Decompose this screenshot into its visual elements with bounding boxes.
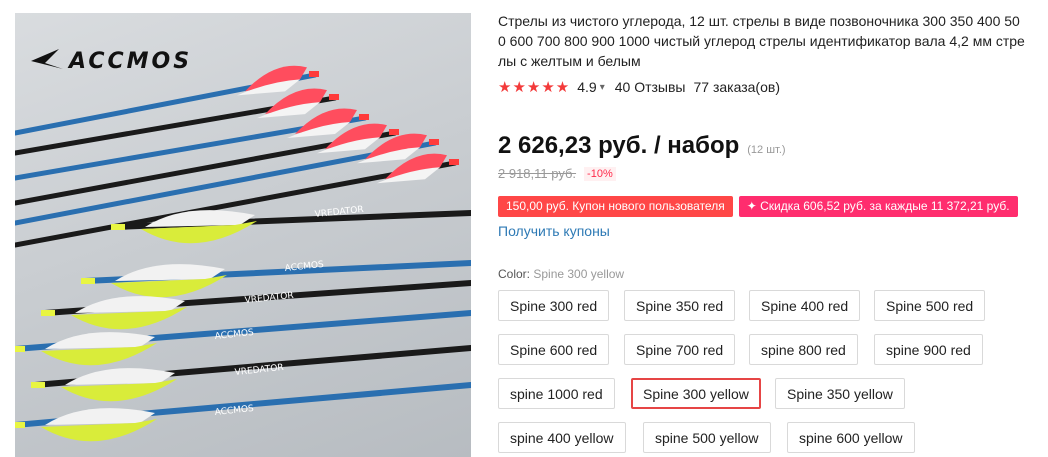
option-spine-350-red[interactable]: Spine 350 red: [624, 290, 736, 321]
option-spine-500-red[interactable]: Spine 500 red: [874, 290, 986, 321]
red-nock: [389, 129, 399, 135]
reviews-link[interactable]: 40 Отзывы: [615, 79, 686, 95]
coupons-row: 150,00 руб. Купон нового пользователя ✦ …: [498, 196, 1024, 217]
old-price: 2 918,11 руб.: [498, 166, 577, 181]
rating-row: ★★★★★ 4.9 ▾ 40 Отзывы 77 заказа(ов): [498, 77, 780, 97]
red-nock: [429, 139, 439, 145]
star-rating-icon: ★★★★★: [498, 79, 571, 96]
yellow-nock: [15, 422, 25, 428]
unit-count: (12 шт.): [747, 144, 786, 156]
current-price: 2 626,23 руб. / набор: [498, 132, 740, 159]
arrows-illustration: ACCMOS VREDATORACCMOSVREDATORACCMOSVREDA…: [15, 49, 471, 442]
rating-value[interactable]: 4.9: [577, 79, 596, 95]
old-price-row: 2 918,11 руб. -10%: [498, 166, 616, 181]
option-spine-350-yellow[interactable]: Spine 350 yellow: [775, 378, 905, 409]
get-coupons-link[interactable]: Получить купоны: [498, 223, 610, 239]
chevron-down-icon[interactable]: ▾: [600, 82, 605, 93]
yellow-nock: [81, 278, 95, 284]
option-spine-600-yellow[interactable]: spine 600 yellow: [787, 422, 915, 453]
color-selected-value: Spine 300 yellow: [533, 267, 625, 281]
red-nock: [359, 114, 369, 120]
option-spine-1000-red[interactable]: spine 1000 red: [498, 378, 615, 409]
option-spine-400-yellow[interactable]: spine 400 yellow: [498, 422, 626, 453]
store-discount-badge[interactable]: ✦ Скидка 606,52 руб. за каждые 11 372,21…: [738, 196, 1018, 217]
option-spine-400-red[interactable]: Spine 400 red: [749, 290, 861, 321]
orders-count: 77 заказа(ов): [693, 79, 780, 95]
product-title-line: Стрелы из чистого углерода, 12 шт. стрел…: [498, 13, 1020, 29]
product-title: Стрелы из чистого углерода, 12 шт. стрел…: [498, 11, 1043, 71]
yellow-nock: [41, 310, 55, 316]
price-row: 2 626,23 руб. / набор (12 шт.): [498, 132, 786, 160]
discount-badge: -10%: [584, 166, 616, 181]
option-spine-500-yellow[interactable]: spine 500 yellow: [643, 422, 771, 453]
product-image[interactable]: ACCMOS VREDATOR ACCMOS VREDATOR ACCMOS VREDA…: [15, 13, 471, 457]
new-user-coupon-badge[interactable]: 150,00 руб. Купон нового пользователя: [498, 196, 733, 217]
product-title-line: лы с желтым и белым: [498, 53, 641, 69]
option-spine-300-yellow[interactable]: Spine 300 yellow: [631, 378, 761, 409]
color-label-text: Color:: [498, 267, 531, 281]
yellow-nock: [31, 382, 45, 388]
option-spine-300-red[interactable]: Spine 300 red: [498, 290, 610, 321]
option-spine-900-red[interactable]: spine 900 red: [874, 334, 983, 365]
brand-logo-text: ACCMOS: [67, 49, 192, 74]
product-title-line: 0 600 700 800 900 1000 чистый углерод ст…: [498, 33, 1025, 49]
option-spine-800-red[interactable]: spine 800 red: [749, 334, 858, 365]
red-nock: [309, 71, 319, 77]
brand-logo: ACCMOS: [31, 49, 192, 74]
yellow-nock: [111, 224, 125, 230]
red-nock: [449, 159, 459, 165]
option-spine-600-red[interactable]: Spine 600 red: [498, 334, 610, 365]
red-nock: [329, 94, 339, 100]
shaft-print-text: VREDATOR: [244, 291, 294, 306]
color-label: Color: Spine 300 yellow: [498, 267, 624, 281]
brand-logo-mark: [31, 49, 63, 69]
yellow-nock: [15, 346, 25, 352]
option-spine-700-red[interactable]: Spine 700 red: [624, 334, 736, 365]
